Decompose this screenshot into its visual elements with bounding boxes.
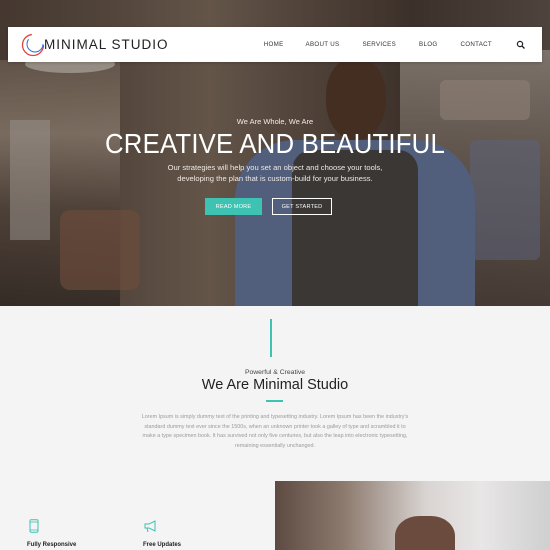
feature-label: Fully Responsive	[27, 542, 77, 548]
about-photo-person	[395, 516, 455, 550]
brand-logo[interactable]: MINIMAL STUDIO	[20, 27, 169, 62]
section-body-text: Lorem Ipsum is simply dummy text of the …	[141, 414, 409, 450]
section-title: We Are Minimal Studio	[201, 377, 349, 393]
about-section: Powerful & Creative We Are Minimal Studi…	[0, 306, 550, 550]
nav-item-contact[interactable]: CONTACT	[460, 41, 492, 48]
nav-item-about-us[interactable]: ABOUT US	[306, 41, 340, 48]
top-navbar: MINIMAL STUDIO HOME ABOUT US SERVICES BL…	[8, 27, 542, 62]
nav-item-services[interactable]: SERVICES	[362, 41, 396, 48]
nav-menu: HOME ABOUT US SERVICES BLOG CONTACT	[264, 27, 542, 62]
tablet-icon	[29, 519, 39, 533]
read-more-button[interactable]: READ MORE	[205, 198, 262, 215]
search-icon[interactable]	[516, 40, 526, 50]
hero-subtitle: We Are Whole, We Are	[236, 117, 314, 126]
nav-item-home[interactable]: HOME	[264, 41, 284, 48]
feature-label: Free Updates	[143, 542, 182, 548]
get-started-button[interactable]: GET STARTED	[272, 198, 332, 215]
brand-name: MINIMAL STUDIO	[44, 37, 169, 52]
section-kicker: Powerful & Creative	[244, 369, 306, 376]
logo-mark-icon	[21, 33, 45, 56]
section-title-underline	[266, 400, 283, 402]
hero-description: Our strategies will help you set an obje…	[167, 163, 383, 183]
feature-item: Free Updates	[143, 519, 181, 548]
about-photo	[275, 481, 550, 550]
megaphone-icon	[144, 520, 156, 533]
nav-item-blog[interactable]: BLOG	[419, 41, 437, 48]
feature-item: Fully Responsive	[27, 519, 76, 548]
hero-title: CREATIVE AND BEAUTIFUL	[105, 128, 445, 159]
section-divider-line	[270, 319, 272, 357]
